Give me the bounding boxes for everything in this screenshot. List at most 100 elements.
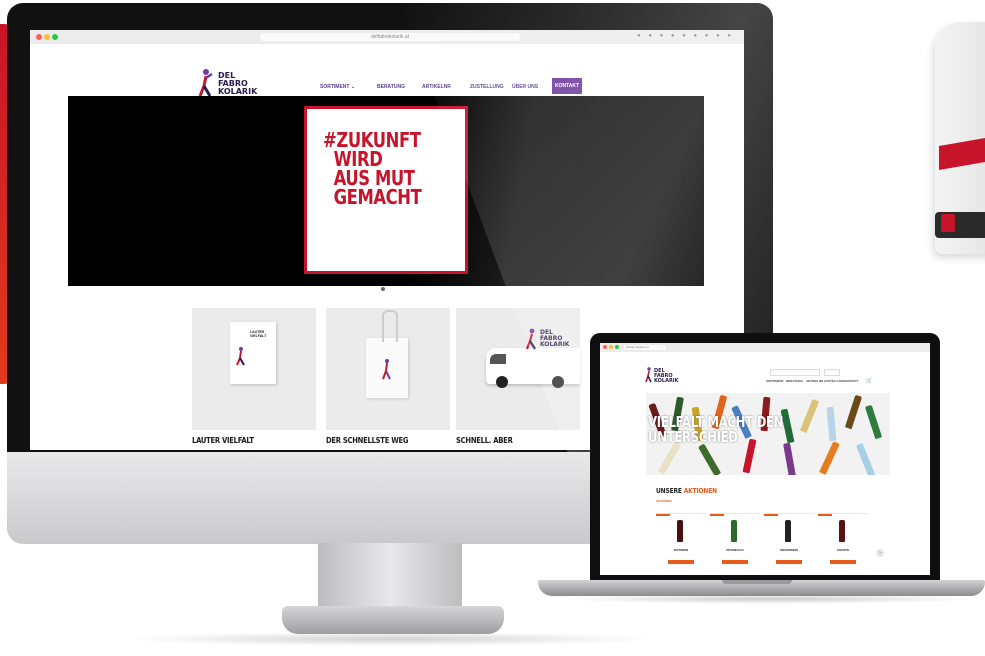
product-card[interactable]: WEISSWEIN — [764, 513, 814, 570]
van-logo-text: DEL FABRO KOLARIK — [540, 330, 569, 348]
laptop-nav-item[interactable]: ZUSTELLUNG — [824, 379, 844, 383]
van-logo-line-3: KOLARIK — [540, 341, 570, 348]
product-card[interactable]: CHIANTI — [818, 513, 868, 570]
minimize-window-icon[interactable] — [44, 34, 50, 40]
product-name: CHIANTI — [836, 548, 850, 552]
maximize-window-icon[interactable] — [52, 34, 58, 40]
logo-wordmark[interactable]: DEL FABRO KOLARIK — [218, 72, 257, 96]
tile-card-1[interactable]: LAUTER VIELFALT — [192, 308, 316, 430]
bottle-image — [826, 406, 837, 442]
product-name: WEISSWEIN — [780, 548, 798, 552]
brochure-title: LAUTER VIELFALT — [250, 330, 267, 338]
van-wheel — [496, 376, 508, 388]
tile-title-3[interactable]: SCHNELL. ABER — [456, 436, 513, 445]
carousel-dot[interactable] — [387, 287, 391, 291]
laptop-nav-item[interactable]: ARTIKELNR — [806, 379, 823, 383]
hero-headline: #ZUKUNFT WIRD AUS MUT GEMACHT — [323, 128, 422, 209]
tile-title-2[interactable]: DER SCHNELLSTE WEG — [326, 436, 408, 445]
close-window-icon[interactable] — [36, 34, 42, 40]
logo-runner-icon — [236, 347, 245, 366]
product-bottle-image — [731, 520, 737, 542]
tile-card-3[interactable]: DEL FABRO KOLARIK — [456, 308, 580, 430]
imac-stand-neck — [318, 543, 462, 615]
imac-shadow — [120, 632, 660, 646]
nav-beratung[interactable]: BERATUNG — [377, 84, 405, 90]
maximize-window-icon[interactable] — [615, 345, 619, 349]
nav-ueber-uns[interactable]: ÜBER UNS — [512, 84, 538, 90]
product-name: PROSECCO — [726, 548, 744, 552]
contact-button[interactable]: KONTAKT — [552, 78, 582, 94]
laptop-notch — [722, 580, 792, 584]
product-card[interactable]: PROSECCO — [710, 513, 760, 570]
laptop-search-input[interactable] — [770, 369, 820, 376]
minimize-window-icon[interactable] — [609, 345, 613, 349]
laptop-address-bar[interactable]: delfabrokolarik.at — [624, 345, 666, 350]
browser-toolbar: delfabrokolarik.at ● ● ● ● ● ● ● ● ● — [30, 30, 744, 45]
product-price-bar[interactable] — [668, 560, 694, 564]
laptop-hero-headline: VIELFALT MACHT DEN UNTERSCHIED — [648, 413, 784, 446]
imac-stand-foot — [282, 606, 504, 634]
section-title-part-1: UNSERE — [656, 487, 684, 495]
tile-title-1[interactable]: LAUTER VIELFALT — [192, 436, 254, 445]
bottle-image — [844, 394, 863, 430]
logo-line-3: KOLARIK — [218, 87, 258, 96]
logo-runner-icon[interactable] — [645, 367, 653, 383]
bottle-image — [855, 442, 876, 475]
laptop-nav-item[interactable]: KONTAKT — [844, 379, 858, 383]
brochure-image: LAUTER VIELFALT — [230, 322, 276, 384]
close-window-icon[interactable] — [603, 345, 607, 349]
section-title: UNSERE AKTIONEN — [656, 487, 717, 495]
bottle-image — [783, 442, 796, 475]
product-name: ROTWEIN — [673, 548, 689, 552]
sale-badge — [764, 514, 778, 516]
bag-handle — [382, 310, 398, 342]
section-title-part-2: AKTIONEN — [683, 487, 717, 495]
van-stripe — [939, 137, 985, 171]
logo-runner-icon[interactable] — [198, 68, 214, 98]
product-price-bar[interactable] — [722, 560, 748, 564]
bottle-image — [697, 443, 722, 475]
laptop-nav-item[interactable]: BERATUNG — [786, 379, 803, 383]
product-bottle-image — [785, 520, 791, 542]
bottle-image — [819, 441, 840, 475]
sale-badge — [656, 514, 670, 516]
van-image — [486, 348, 580, 388]
laptop-browser-toolbar: delfabrokolarik.at — [600, 343, 930, 352]
carousel-next-icon[interactable]: › — [876, 549, 884, 557]
product-bottle-image — [839, 520, 845, 542]
nav-zustellung[interactable]: ZUSTELLUNG — [470, 84, 504, 90]
browser-extension-icons[interactable]: ● ● ● ● ● ● ● ● ● — [637, 33, 734, 39]
van-taillight — [941, 214, 955, 232]
delivery-van-image — [935, 22, 985, 254]
section-subtitle: AKTIONEN — [656, 499, 672, 503]
laptop-logo-line-3: KOLARIK — [654, 378, 679, 384]
bottle-image — [799, 398, 820, 434]
tile-card-2[interactable] — [326, 308, 450, 430]
site-header: DEL FABRO KOLARIK SORTIMENT ⌄ BERATUNG A… — [30, 44, 744, 98]
product-price-bar[interactable] — [776, 560, 802, 564]
bottle-image — [657, 441, 682, 475]
product-price-bar[interactable] — [830, 560, 856, 564]
laptop-screen: delfabrokolarik.at DEL FABRO KOLARIK SOR… — [600, 343, 930, 575]
product-bottle-image — [677, 520, 683, 542]
van-window — [490, 354, 506, 364]
nav-sortiment[interactable]: SORTIMENT ⌄ — [320, 84, 355, 90]
van-wheel — [552, 376, 564, 388]
sale-badge — [818, 514, 832, 516]
laptop-login-button[interactable] — [824, 369, 840, 376]
bottle-image — [864, 404, 883, 440]
carousel-indicator[interactable] — [380, 278, 392, 296]
laptop-nav-item[interactable]: SORTIMENT — [766, 379, 784, 383]
nav-artikelnr[interactable]: ARTIKELNR — [422, 84, 451, 90]
tote-bag-image — [366, 338, 408, 398]
sale-badge — [710, 514, 724, 516]
product-card[interactable]: ROTWEIN — [656, 513, 706, 570]
hero-card: #ZUKUNFT WIRD AUS MUT GEMACHT — [304, 106, 468, 274]
hero-banner: #ZUKUNFT WIRD AUS MUT GEMACHT — [68, 96, 704, 291]
logo-runner-icon — [526, 328, 536, 350]
address-bar[interactable]: delfabrokolarik.at — [260, 33, 520, 41]
carousel-dot[interactable] — [381, 287, 385, 291]
cart-icon[interactable]: 🛒 — [866, 378, 872, 384]
logo-runner-icon — [382, 359, 391, 380]
laptop-logo-wordmark[interactable]: DEL FABRO KOLARIK — [654, 369, 679, 384]
